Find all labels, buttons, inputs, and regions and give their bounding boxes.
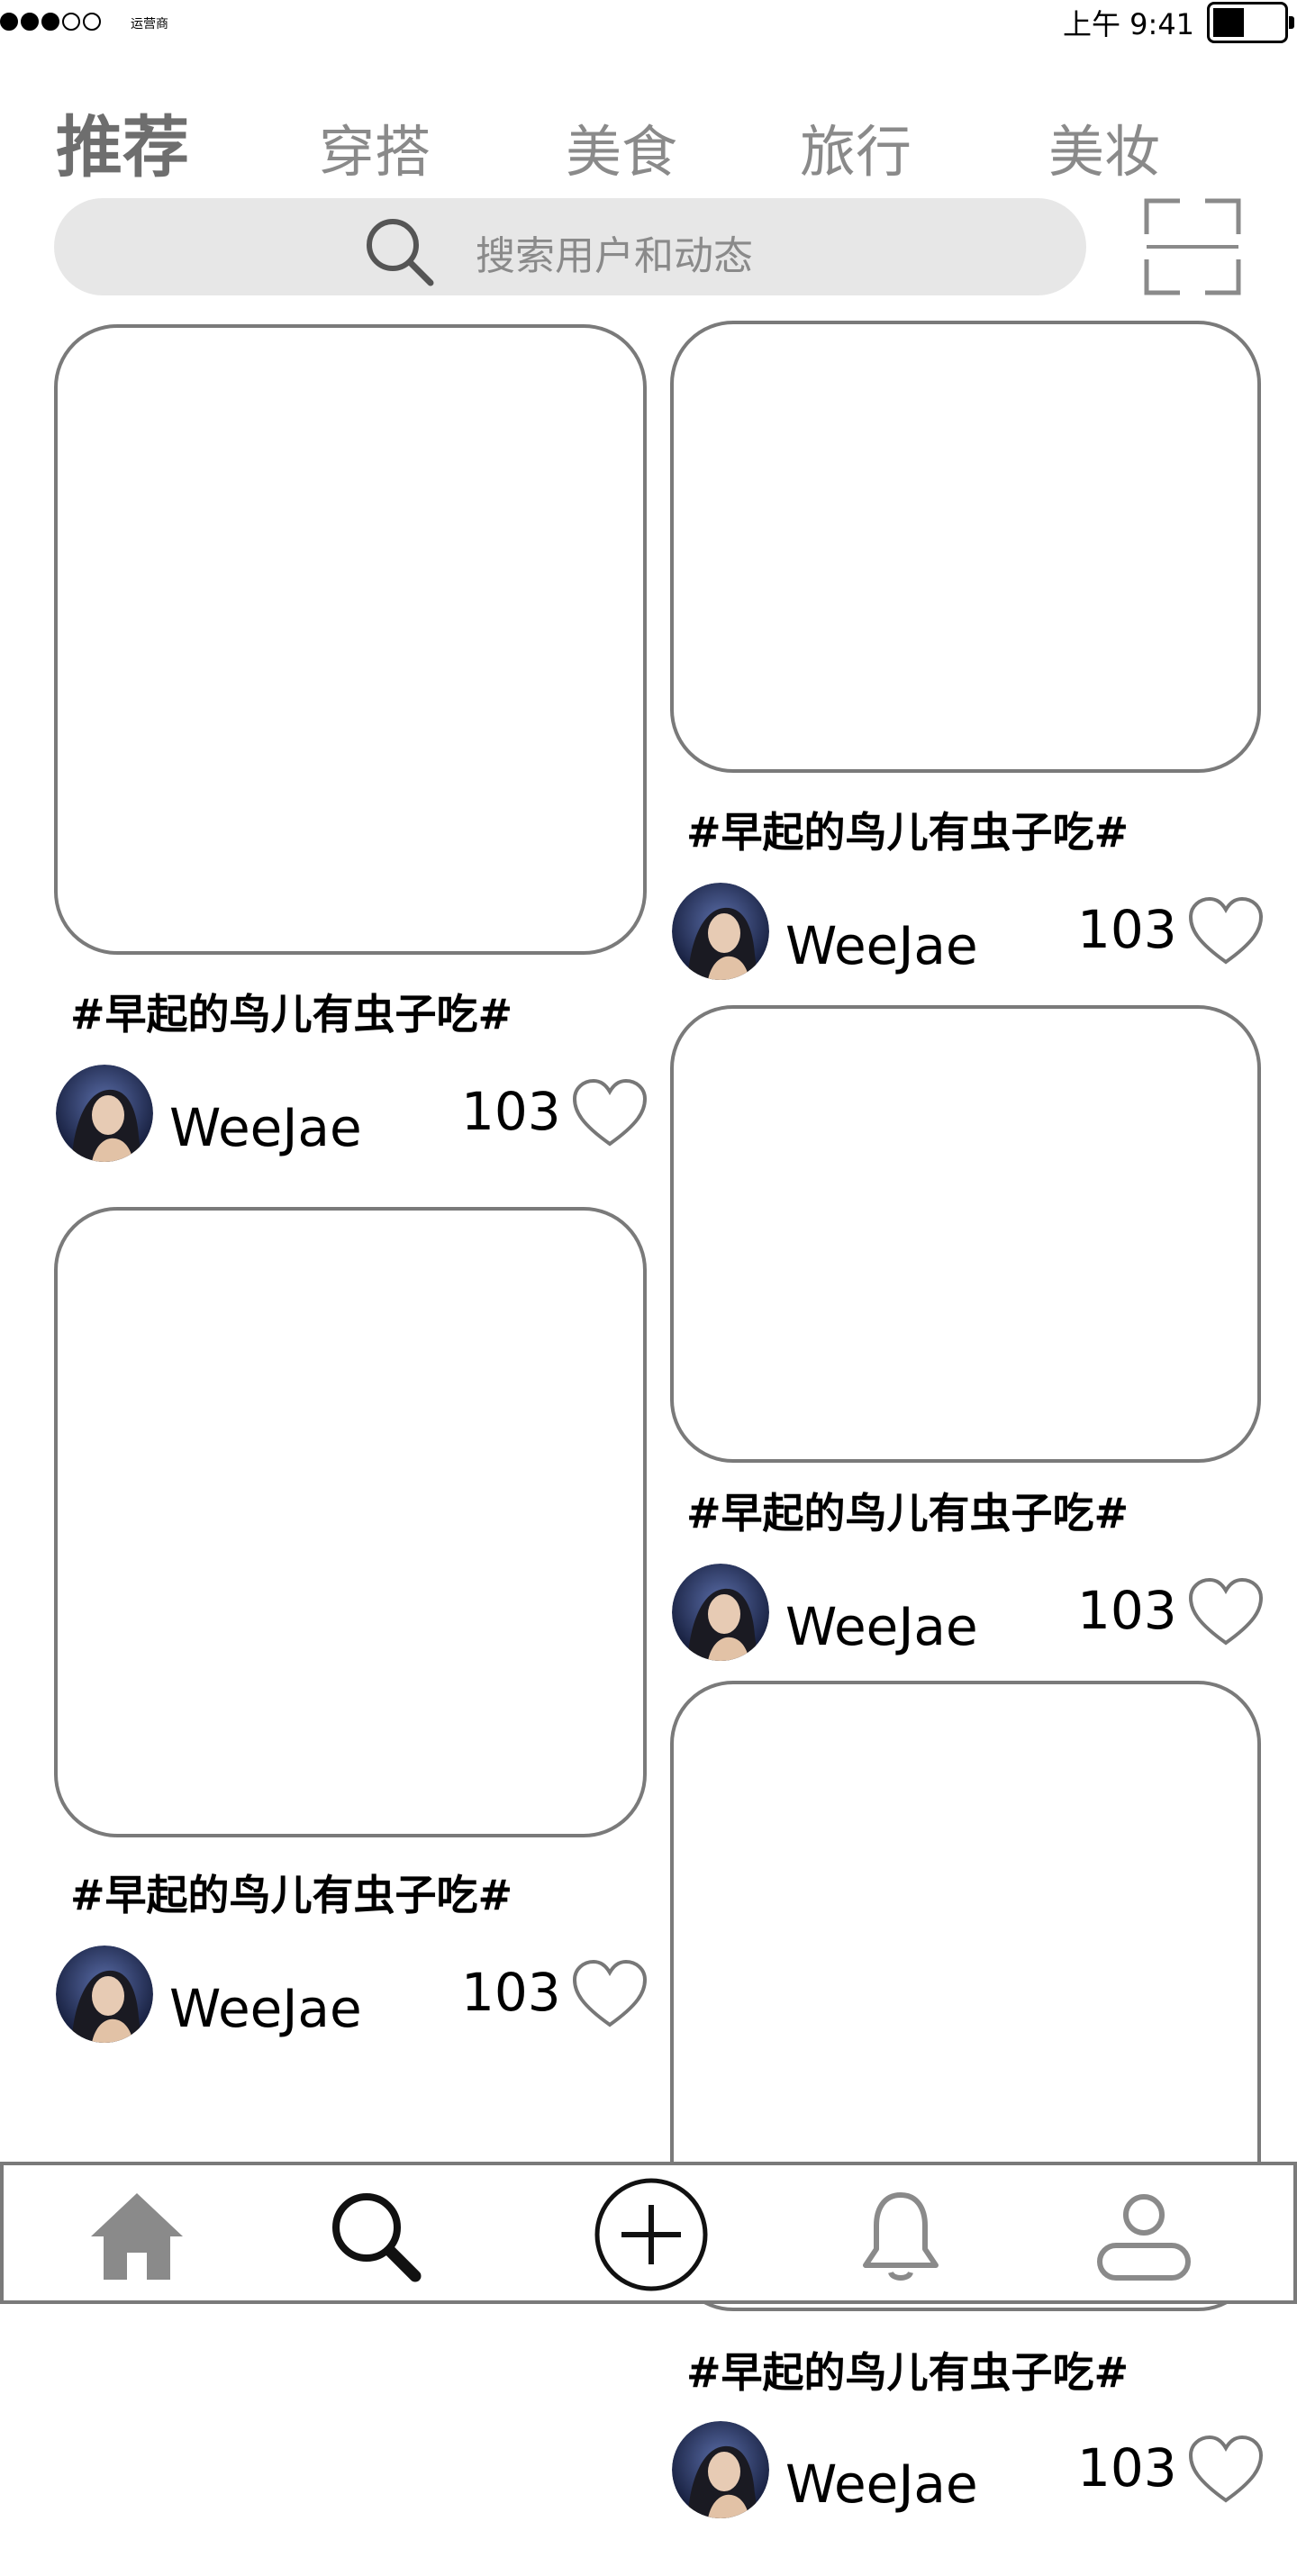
nav-home-button[interactable] <box>83 2181 191 2290</box>
heart-icon[interactable] <box>571 1077 648 1149</box>
bottom-nav <box>0 2162 1297 2304</box>
heart-icon[interactable] <box>571 1958 648 2030</box>
avatar[interactable] <box>672 883 769 980</box>
signal-strength-icon <box>0 13 101 31</box>
like-count: 103 <box>1077 899 1177 960</box>
author-name[interactable]: WeeJae <box>169 1097 362 1158</box>
like-count: 103 <box>1077 2437 1177 2499</box>
add-icon <box>594 2178 708 2291</box>
carrier-name: 运营商 <box>131 17 168 32</box>
post-title: #早起的鸟儿有虫子吃# <box>70 1871 513 1919</box>
like-count: 103 <box>461 1962 561 2023</box>
post-title: #早起的鸟儿有虫子吃# <box>686 1489 1129 1537</box>
nav-search-button[interactable] <box>321 2181 429 2290</box>
tab-outfits[interactable]: 穿搭 <box>319 106 431 187</box>
avatar[interactable] <box>56 1065 153 1162</box>
tab-food[interactable]: 美食 <box>566 106 677 187</box>
tab-travel[interactable]: 旅行 <box>800 106 912 187</box>
author-name[interactable]: WeeJae <box>785 1596 978 1657</box>
author-name[interactable]: WeeJae <box>785 915 978 976</box>
bell-icon <box>863 2192 939 2281</box>
avatar[interactable] <box>672 1564 769 1661</box>
post-image[interactable] <box>670 321 1261 773</box>
status-time: 上午 9:41 <box>1063 7 1195 41</box>
profile-icon <box>1097 2194 1191 2281</box>
nav-profile-button[interactable] <box>1090 2181 1198 2290</box>
heart-icon[interactable] <box>1187 1576 1265 1648</box>
avatar[interactable] <box>672 2421 769 2518</box>
heart-icon[interactable] <box>1187 895 1265 967</box>
post-title: #早起的鸟儿有虫子吃# <box>686 808 1129 857</box>
search-placeholder: 搜索用户和动态 <box>476 233 753 279</box>
search-icon <box>332 2193 422 2282</box>
post-title: #早起的鸟儿有虫子吃# <box>686 2348 1129 2397</box>
tab-makeup[interactable]: 美妆 <box>1048 106 1160 187</box>
search-input[interactable]: 搜索用户和动态 <box>54 198 1086 295</box>
author-name[interactable]: WeeJae <box>169 1978 362 2039</box>
nav-notifications-button[interactable] <box>847 2181 955 2290</box>
like-count: 103 <box>461 1081 561 1142</box>
heart-icon[interactable] <box>1187 2434 1265 2506</box>
status-bar: 运营商 上午 9:41 <box>0 0 1297 45</box>
scan-icon[interactable] <box>1144 198 1241 295</box>
battery-icon <box>1207 2 1294 43</box>
avatar[interactable] <box>56 1946 153 2043</box>
like-count: 103 <box>1077 1580 1177 1641</box>
home-icon <box>91 2193 183 2280</box>
tab-recommend[interactable]: 推荐 <box>56 94 189 190</box>
nav-add-button[interactable] <box>593 2176 710 2293</box>
search-icon <box>367 219 434 286</box>
author-name[interactable]: WeeJae <box>785 2454 978 2515</box>
post-title: #早起的鸟儿有虫子吃# <box>70 990 513 1039</box>
post-image[interactable] <box>670 1005 1261 1463</box>
post-image[interactable] <box>54 1207 647 1837</box>
post-image[interactable] <box>54 324 647 955</box>
